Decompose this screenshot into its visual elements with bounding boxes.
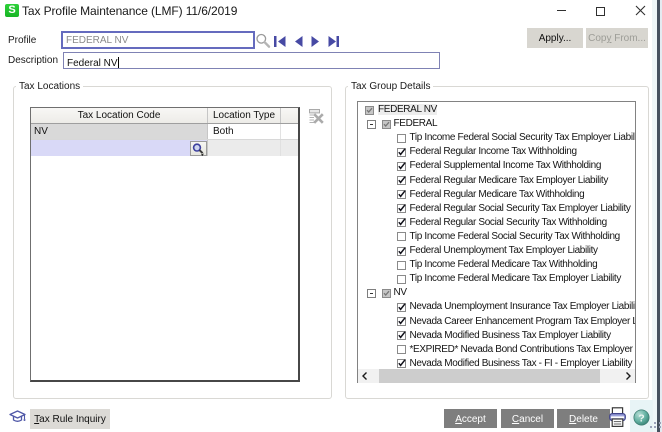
svg-text:?: ? [638, 412, 644, 424]
